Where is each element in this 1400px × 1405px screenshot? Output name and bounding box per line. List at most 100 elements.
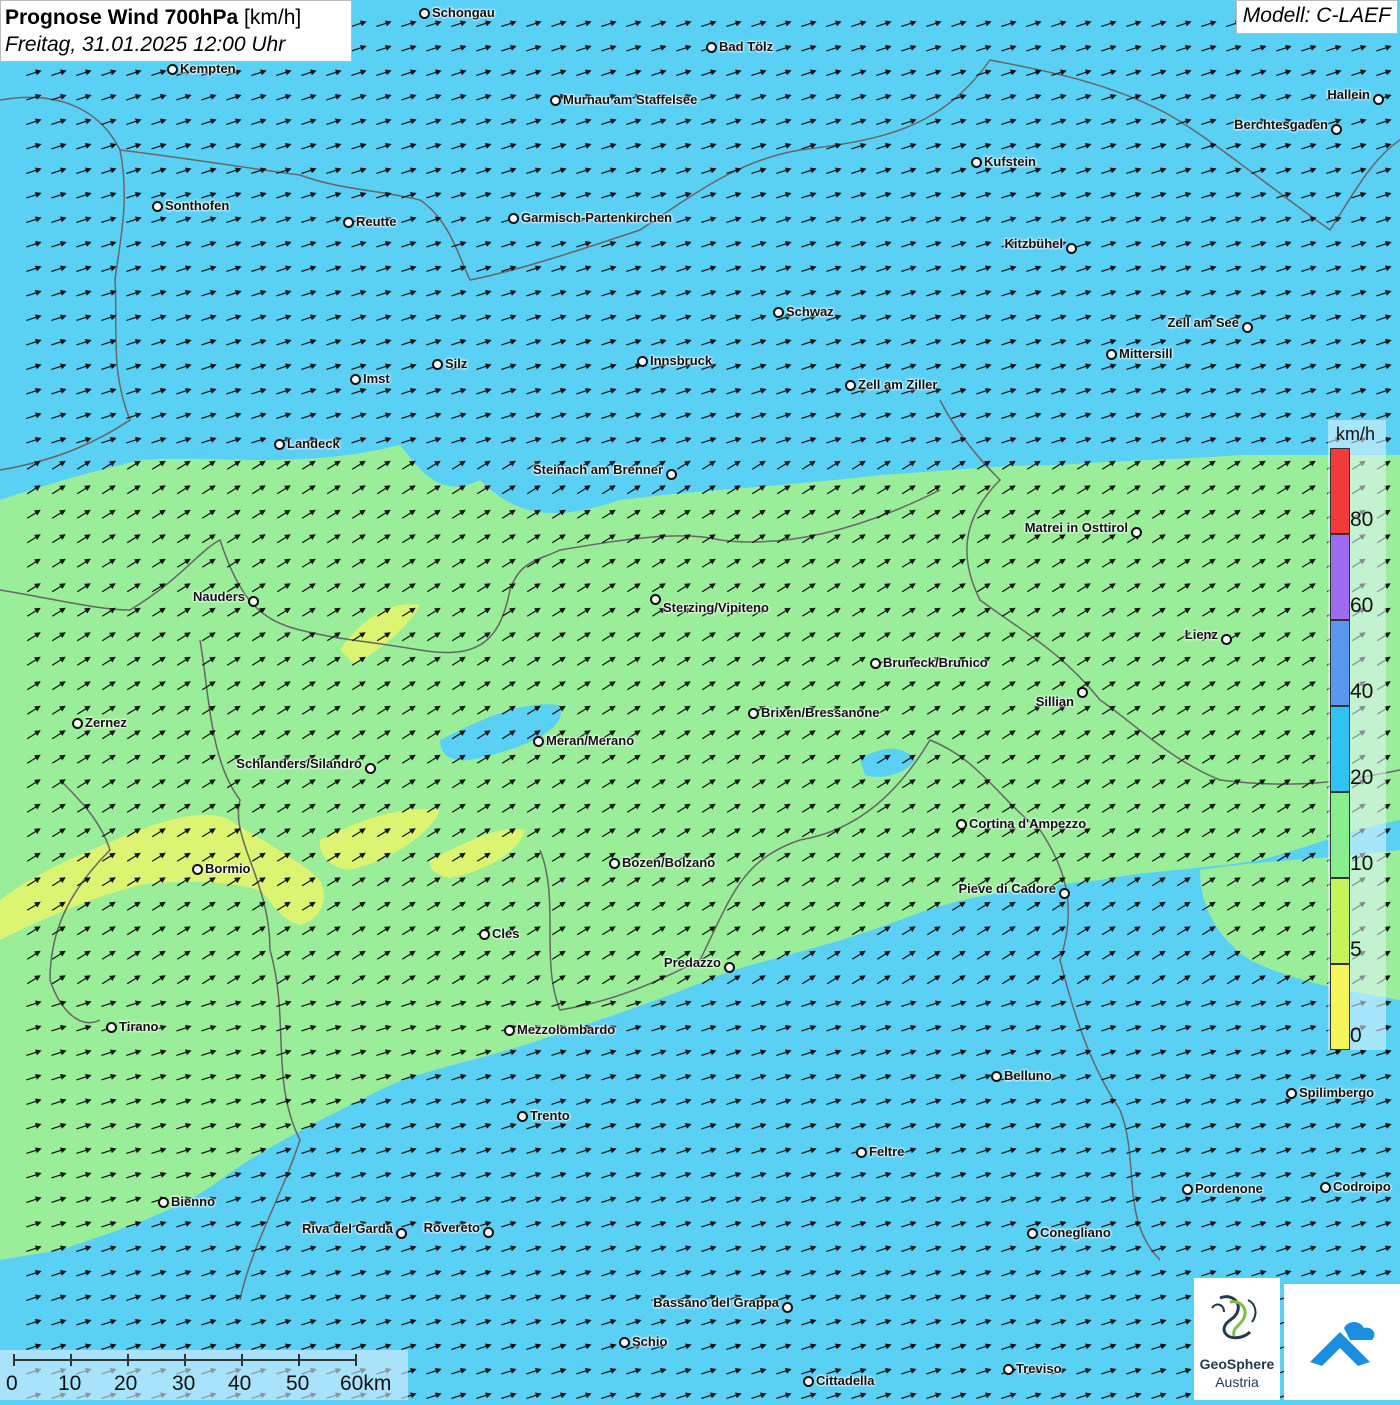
city-marker [479, 929, 490, 940]
city-marker [1106, 349, 1117, 360]
legend-color-step [1330, 964, 1350, 1050]
city-label: Hallein [1327, 87, 1370, 102]
city-label: Zernez [85, 715, 127, 730]
city-label: Zell am See [1167, 315, 1239, 330]
city-label: Reutte [356, 214, 397, 229]
city-marker [533, 736, 544, 747]
city-marker [971, 157, 982, 168]
city-label: Imst [363, 371, 390, 386]
scale-label: 10 [58, 1372, 82, 1395]
city-label: Innsbruck [650, 353, 713, 368]
city-marker [192, 864, 203, 875]
scale-label: 30 [172, 1372, 196, 1395]
city-label: Bozen/Bolzano [622, 855, 716, 870]
city-label: Predazzo [663, 955, 721, 970]
city-marker [748, 708, 759, 719]
city-marker [1066, 243, 1077, 254]
city-label: Kempten [180, 61, 236, 76]
city-marker [274, 439, 285, 450]
geosphere-logo-subtext: Austria [1215, 1374, 1259, 1390]
city-label: Bormio [205, 861, 251, 876]
city-label: Conegliano [1040, 1225, 1111, 1240]
legend-tick-label: 20 [1350, 766, 1374, 789]
city-label: Treviso [1016, 1361, 1062, 1376]
city-label: Lienz [1184, 627, 1218, 642]
city-label: Matrei in Osttirol [1024, 520, 1128, 535]
scale-label: 50 [286, 1372, 310, 1395]
city-marker [870, 658, 881, 669]
city-marker [650, 594, 661, 605]
city-marker [158, 1197, 169, 1208]
city-label: Silz [445, 356, 468, 371]
city-marker [106, 1022, 117, 1033]
legend-tick-label: 80 [1350, 508, 1374, 531]
city-marker [637, 356, 648, 367]
city-marker [1027, 1228, 1038, 1239]
city-label: Kitzbühel [1004, 236, 1064, 251]
legend-color-step [1330, 620, 1350, 706]
city-marker [1320, 1182, 1331, 1193]
city-label: Schlanders/Silandro [236, 756, 362, 771]
city-marker [167, 64, 178, 75]
city-marker [1286, 1088, 1297, 1099]
city-marker [782, 1302, 793, 1313]
city-marker [1182, 1184, 1193, 1195]
city-label: Meran/Merano [546, 733, 635, 748]
city-label: Spilimbergo [1299, 1085, 1375, 1100]
model-label: Modell: C-LAEF [1235, 0, 1398, 34]
map-subtitle: Freitag, 31.01.2025 12:00 Uhr [5, 33, 286, 56]
city-marker [856, 1147, 867, 1158]
city-label: Bassano del Grappa [653, 1295, 779, 1310]
city-marker [1242, 322, 1253, 333]
city-marker [508, 213, 519, 224]
city-label: Sillian [1035, 694, 1074, 709]
city-label: Landeck [287, 436, 340, 451]
city-label: Mezzolombardo [517, 1022, 616, 1037]
city-label: Schio [632, 1334, 668, 1349]
legend-color-step [1330, 448, 1350, 534]
city-label: Codroipo [1333, 1179, 1391, 1194]
city-marker [517, 1111, 528, 1122]
city-marker [504, 1025, 515, 1036]
legend-tick-label: 0 [1350, 1024, 1362, 1047]
city-label: Belluno [1004, 1068, 1052, 1083]
city-label: Trento [530, 1108, 570, 1123]
city-label: Bruneck/Brunico [883, 655, 988, 670]
map-title-main: Prognose Wind 700hPa [5, 6, 239, 29]
city-marker [1077, 687, 1088, 698]
city-marker [1059, 888, 1070, 899]
city-label: Mittersill [1119, 346, 1173, 361]
scale-label: 0 [6, 1372, 18, 1395]
city-label: Schwaz [786, 304, 834, 319]
city-marker [432, 359, 443, 370]
city-label: Pordenone [1195, 1181, 1263, 1196]
scale-label: 40 [228, 1372, 252, 1395]
legend-unit: km/h [1336, 424, 1376, 444]
city-label: Berchtesgaden [1234, 117, 1328, 132]
city-label: Rovereto [423, 1220, 480, 1235]
city-label: Bad Tölz [719, 39, 774, 54]
city-marker [845, 380, 856, 391]
app-logo [1284, 1284, 1400, 1400]
city-label: Brixen/Bressanone [761, 705, 880, 720]
city-marker [803, 1376, 814, 1387]
city-label: Garmisch-Partenkirchen [521, 210, 673, 225]
city-marker [152, 201, 163, 212]
app-logo-icon [1310, 1322, 1375, 1366]
city-marker [550, 95, 561, 106]
city-marker [666, 469, 677, 480]
legend-color-step [1330, 534, 1350, 620]
city-marker [396, 1228, 407, 1239]
city-label: Cittadella [816, 1373, 875, 1388]
legend-tick-label: 10 [1350, 852, 1374, 875]
city-label: Sterzing/Vipiteno [663, 600, 769, 615]
city-marker [1221, 634, 1232, 645]
city-marker [350, 374, 361, 385]
legend-color-step [1330, 878, 1350, 964]
city-marker [419, 8, 430, 19]
city-label: Tirano [119, 1019, 159, 1034]
city-marker [343, 217, 354, 228]
city-label: Cortina d'Ampezzo [969, 816, 1087, 831]
scale-label: 60km [340, 1372, 392, 1395]
legend-tick-label: 5 [1350, 938, 1362, 961]
